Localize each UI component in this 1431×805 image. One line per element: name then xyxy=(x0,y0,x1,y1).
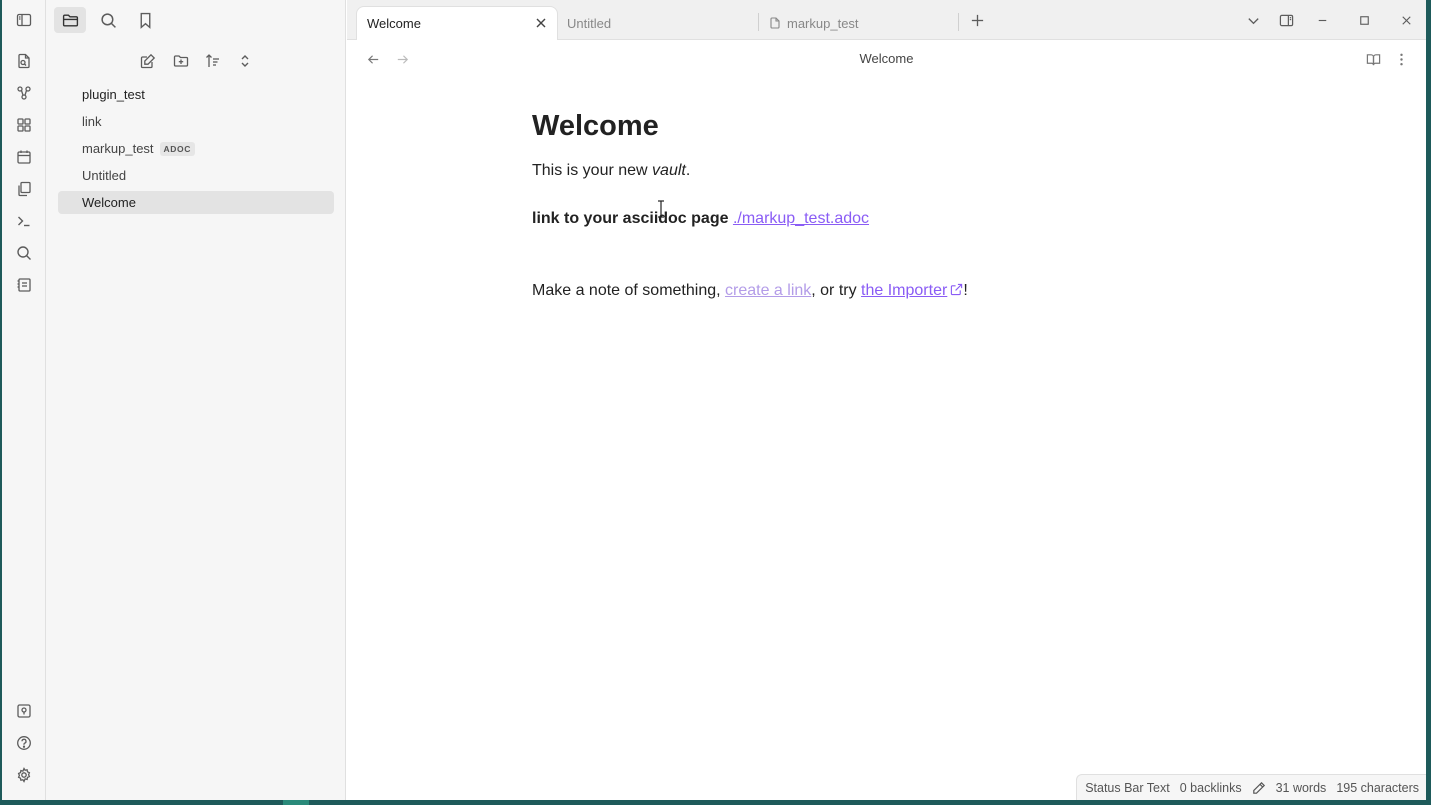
pencil-icon[interactable] xyxy=(1252,781,1266,795)
new-note-icon[interactable] xyxy=(136,50,160,72)
asciidoc-link[interactable]: ./markup_test.adoc xyxy=(733,210,869,227)
tree-item-welcome[interactable]: Welcome xyxy=(58,191,334,214)
toggle-right-sidebar-icon[interactable] xyxy=(1275,10,1297,30)
daily-note-icon[interactable] xyxy=(13,146,35,168)
new-folder-icon[interactable] xyxy=(169,50,193,72)
tab-separator xyxy=(958,13,959,31)
tree-item-label: Welcome xyxy=(82,195,136,210)
word-count: 31 words xyxy=(1275,780,1327,795)
command-palette-icon[interactable] xyxy=(13,210,35,232)
tab-label: Untitled xyxy=(567,15,612,31)
bold-text: link to your asciidoc page xyxy=(532,210,729,227)
sort-order-icon[interactable] xyxy=(201,50,225,72)
view-title[interactable]: Welcome xyxy=(347,51,1426,66)
open-quick-switcher-icon[interactable] xyxy=(13,50,35,72)
create-link-link[interactable]: create a link xyxy=(725,282,811,299)
tree-item-label: link xyxy=(82,114,102,129)
window-close-icon[interactable] xyxy=(1395,10,1417,30)
tab-bar: Welcome Untitled markup_test xyxy=(347,0,1426,40)
text-span: Make a note of something, xyxy=(532,282,725,299)
minimize-icon[interactable] xyxy=(1311,10,1333,30)
text-span: , or try xyxy=(811,282,862,299)
tab-untitled[interactable]: Untitled xyxy=(557,6,759,40)
character-count: 195 characters xyxy=(1336,780,1419,795)
paragraph-link: link to your asciidoc page ./markup_test… xyxy=(532,210,869,228)
tree-item-label: plugin_test xyxy=(82,87,145,102)
importer-link[interactable]: the Importer xyxy=(861,282,947,299)
files-tab-icon[interactable] xyxy=(54,7,86,33)
file-icon xyxy=(770,17,780,29)
desktop-taskbar-edge xyxy=(0,800,1431,805)
tree-item-label: Untitled xyxy=(82,168,127,183)
more-options-icon[interactable] xyxy=(1391,50,1411,68)
toggle-left-sidebar-icon[interactable] xyxy=(13,9,35,31)
bookmarks-tab-icon[interactable] xyxy=(129,7,161,33)
file-extension-badge: ADOC xyxy=(159,141,195,156)
ribbon xyxy=(2,0,46,800)
view-header: Welcome xyxy=(347,40,1426,78)
new-tab-icon[interactable] xyxy=(966,10,988,30)
paragraph-intro: This is your new vault. xyxy=(532,162,690,180)
text-span: This is your new xyxy=(532,162,653,179)
left-sidebar: plugin_test link markup_test ADOC Untitl… xyxy=(46,0,346,800)
collapse-expand-icon[interactable] xyxy=(233,50,257,72)
text-span: . xyxy=(685,162,691,179)
templates-icon[interactable] xyxy=(13,178,35,200)
tab-welcome[interactable]: Welcome xyxy=(356,6,558,40)
text-span: ! xyxy=(963,282,968,299)
search-icon[interactable] xyxy=(13,242,35,264)
reading-view-icon[interactable] xyxy=(1363,50,1383,68)
page-title: Welcome xyxy=(532,110,659,142)
canvas-icon[interactable] xyxy=(13,114,35,136)
tab-label: markup_test xyxy=(787,15,859,31)
tab-markup-test[interactable]: markup_test xyxy=(759,6,961,40)
status-bar-text: Status Bar Text xyxy=(1085,780,1170,795)
text-cursor-icon xyxy=(658,200,664,218)
external-link-icon xyxy=(951,283,963,296)
chevron-down-icon[interactable] xyxy=(1242,10,1264,30)
tree-item-untitled[interactable]: Untitled xyxy=(58,164,334,187)
vault-switcher-icon[interactable] xyxy=(13,700,35,722)
status-bar: Status Bar Text 0 backlinks 31 words 195… xyxy=(1076,774,1426,800)
backlinks-count[interactable]: 0 backlinks xyxy=(1180,781,1242,795)
app-window: plugin_test link markup_test ADOC Untitl… xyxy=(2,0,1426,800)
tree-item-plugin-test[interactable]: plugin_test xyxy=(58,83,334,106)
tree-item-label: markup_test xyxy=(82,141,154,156)
maximize-icon[interactable] xyxy=(1353,10,1375,30)
graph-view-icon[interactable] xyxy=(13,82,35,104)
tree-item-markup-test[interactable]: markup_test ADOC xyxy=(58,137,334,160)
taskbar-indicator xyxy=(283,800,309,805)
help-icon[interactable] xyxy=(13,732,35,754)
tab-label: Welcome xyxy=(367,16,421,31)
settings-icon[interactable] xyxy=(13,764,35,786)
paragraph-note: Make a note of something, create a link,… xyxy=(532,282,968,300)
search-tab-icon[interactable] xyxy=(92,7,124,33)
close-icon[interactable] xyxy=(533,15,549,31)
slides-icon[interactable] xyxy=(13,274,35,296)
tree-item-link[interactable]: link xyxy=(58,110,334,133)
emphasis-text: vault xyxy=(652,162,686,179)
